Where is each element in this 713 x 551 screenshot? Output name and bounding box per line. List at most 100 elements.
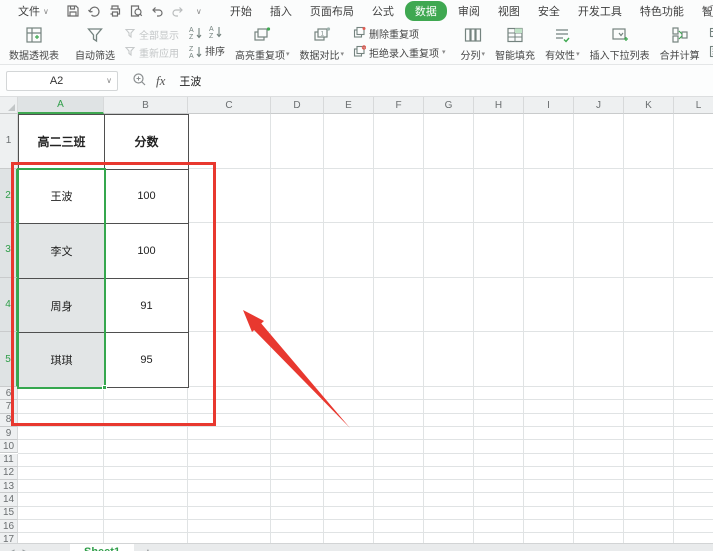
smart-fill-button[interactable]: 智能填充 — [490, 24, 540, 62]
what-if-analysis-button[interactable]: 模拟分析 — [709, 26, 713, 42]
column-header-K[interactable]: K — [624, 97, 674, 114]
cell-A2[interactable]: 王波 — [18, 168, 105, 225]
tab-formulas[interactable]: 公式 — [363, 1, 403, 21]
ribbon-toolbar: 数据透视表 自动筛选 全部显示 重新应用 AZ ZA AZ 排序 高亮重复项 ▾… — [0, 22, 713, 65]
row-header-14[interactable]: 14 — [0, 493, 18, 507]
save-button[interactable] — [63, 2, 83, 20]
row-header-2[interactable]: 2 — [0, 168, 18, 224]
export-pdf-icon — [87, 6, 100, 17]
cell-A1[interactable]: 高二三班 — [18, 114, 105, 170]
dropdown-caret-icon — [442, 49, 446, 56]
validation-button[interactable]: 有效性 — [540, 24, 585, 62]
insert-function-search-icon[interactable] — [132, 72, 147, 90]
spreadsheet-grid[interactable]: ABCDEFGHIJKL123456789101112131415161718高… — [0, 97, 713, 551]
insert-dropdown-list-button[interactable]: 插入下拉列表 — [585, 24, 655, 62]
row-header-13[interactable]: 13 — [0, 480, 18, 494]
add-sheet-button[interactable]: + — [134, 544, 162, 551]
formula-bar-content[interactable]: 王波 — [179, 73, 201, 89]
show-all-button[interactable]: 全部显示 — [124, 27, 179, 42]
data-compare-button[interactable]: 1 数据对比 — [295, 24, 350, 62]
quick-access-toolbar: ∨ — [63, 2, 209, 20]
name-box[interactable]: A2 ∨ — [6, 70, 118, 91]
fx-icon[interactable]: fx — [156, 73, 165, 89]
record-form-icon — [709, 45, 713, 61]
text-to-columns-button[interactable]: 分列 — [456, 24, 491, 62]
file-menu[interactable]: 文件 ∨ — [14, 3, 53, 19]
consolidate-button[interactable]: 合并计算 — [655, 24, 705, 62]
pivot-table-button[interactable]: 数据透视表 — [4, 24, 64, 62]
sheet-nav-next-icon[interactable]: ▸ — [23, 546, 28, 551]
sort-descending-icon[interactable]: ZA — [188, 44, 203, 62]
column-header-E[interactable]: E — [324, 97, 374, 114]
row-header-12[interactable]: 12 — [0, 466, 18, 481]
tab-data[interactable]: 数据 — [404, 1, 447, 21]
row-header-15[interactable]: 15 — [0, 506, 18, 520]
column-header-A[interactable]: A — [18, 97, 104, 114]
sheet-nav-arrows[interactable]: ◂ ▸ — [0, 544, 70, 551]
cell-B3[interactable]: 100 — [104, 223, 189, 279]
sort-ascending-icon[interactable]: AZ — [188, 25, 203, 43]
column-header-B[interactable]: B — [104, 97, 188, 114]
column-header-D[interactable]: D — [271, 97, 324, 114]
record-form-button[interactable]: 记录单 — [709, 45, 713, 61]
remove-duplicates-button[interactable]: 删除重复项 — [353, 26, 446, 42]
tab-security[interactable]: 安全 — [529, 1, 569, 21]
tab-review[interactable]: 审阅 — [449, 1, 489, 21]
row-header-3[interactable]: 3 — [0, 223, 18, 278]
button-label: 自动筛选 — [75, 50, 115, 62]
quickbar-more-button[interactable]: ∨ — [189, 2, 209, 20]
sort-button[interactable]: 排序 — [205, 43, 225, 58]
fill-handle[interactable] — [102, 385, 107, 390]
gridline — [18, 412, 713, 414]
reapply-button[interactable]: 重新应用 — [124, 45, 179, 60]
cell-B4[interactable]: 91 — [104, 277, 189, 334]
column-header-J[interactable]: J — [574, 97, 624, 114]
column-header-L[interactable]: L — [674, 97, 713, 114]
row-header-8[interactable]: 8 — [0, 413, 18, 427]
row-header-11[interactable]: 11 — [0, 453, 18, 467]
column-header-H[interactable]: H — [474, 97, 524, 114]
tab-view[interactable]: 视图 — [489, 1, 529, 21]
select-all-corner[interactable] — [0, 97, 18, 114]
row-header-7[interactable]: 7 — [0, 400, 18, 414]
tab-home[interactable]: 开始 — [221, 1, 261, 21]
tab-page-layout[interactable]: 页面布局 — [301, 1, 363, 21]
gridline — [18, 465, 713, 467]
row-header-6[interactable]: 6 — [0, 387, 18, 401]
print-button[interactable] — [105, 2, 125, 20]
print-preview-button[interactable] — [126, 2, 146, 20]
cell-A3[interactable]: 李文 — [18, 223, 105, 279]
row-header-10[interactable]: 10 — [0, 440, 18, 454]
sheet-nav-prev-icon[interactable]: ◂ — [10, 546, 15, 551]
sheet-tab-sheet1[interactable]: Sheet1 — [70, 544, 135, 551]
sort-custom-icon[interactable]: AZ — [208, 24, 223, 42]
button-label: 全部显示 — [139, 30, 179, 42]
row-header-9[interactable]: 9 — [0, 426, 18, 441]
column-header-G[interactable]: G — [424, 97, 474, 114]
highlight-duplicates-button[interactable]: 高亮重复项 — [230, 24, 295, 62]
tab-developer[interactable]: 开发工具 — [569, 1, 631, 21]
cell-B5[interactable]: 95 — [104, 332, 189, 388]
column-header-C[interactable]: C — [188, 97, 271, 114]
export-pdf-button[interactable] — [84, 2, 104, 20]
cell-B1[interactable]: 分数 — [104, 114, 189, 170]
cell-B2[interactable]: 100 — [104, 168, 189, 225]
column-header-I[interactable]: I — [524, 97, 574, 114]
cell-A4[interactable]: 周身 — [18, 277, 105, 334]
dropdown-caret-icon — [286, 51, 290, 58]
row-header-5[interactable]: 5 — [0, 332, 18, 387]
row-header-1[interactable]: 1 — [0, 114, 18, 169]
column-header-F[interactable]: F — [374, 97, 424, 114]
row-header-16[interactable]: 16 — [0, 520, 18, 534]
search-icon[interactable] — [707, 5, 713, 17]
cell-A5[interactable]: 琪琪 — [18, 332, 105, 388]
undo-button[interactable] — [147, 2, 167, 20]
redo-button[interactable] — [168, 2, 188, 20]
autofilter-button[interactable]: 自动筛选 — [70, 24, 120, 62]
gridline — [373, 114, 374, 551]
reject-duplicate-entry-button[interactable]: 拒绝录入重复项 — [353, 44, 446, 61]
tab-special-features[interactable]: 特色功能 — [631, 1, 693, 21]
tab-insert[interactable]: 插入 — [261, 1, 301, 21]
row-header-4[interactable]: 4 — [0, 277, 18, 333]
button-label: 拒绝录入重复项 — [369, 49, 440, 60]
